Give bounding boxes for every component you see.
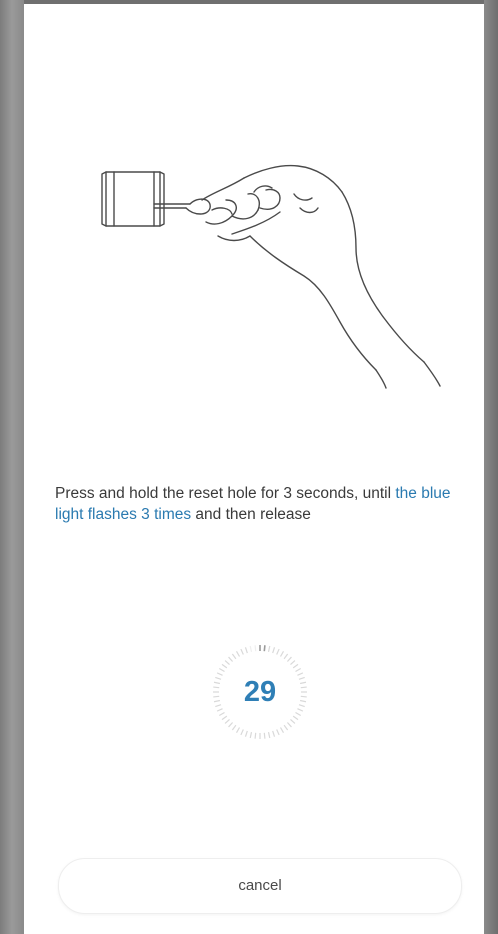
device-frame-right: [484, 0, 498, 934]
reset-instruction-text: Press and hold the reset hole for 3 seco…: [55, 483, 465, 525]
instruction-text-after: and then release: [191, 506, 311, 523]
reset-instruction-screen: Press and hold the reset hole for 3 seco…: [24, 4, 484, 934]
countdown-timer: 29: [210, 642, 310, 742]
countdown-value: 29: [243, 676, 277, 708]
device-frame-left: [0, 0, 24, 934]
instruction-text-before: Press and hold the reset hole for 3 seco…: [55, 485, 396, 502]
cancel-button[interactable]: cancel: [58, 858, 462, 914]
hand-pressing-reset-hole-icon: [94, 152, 454, 402]
